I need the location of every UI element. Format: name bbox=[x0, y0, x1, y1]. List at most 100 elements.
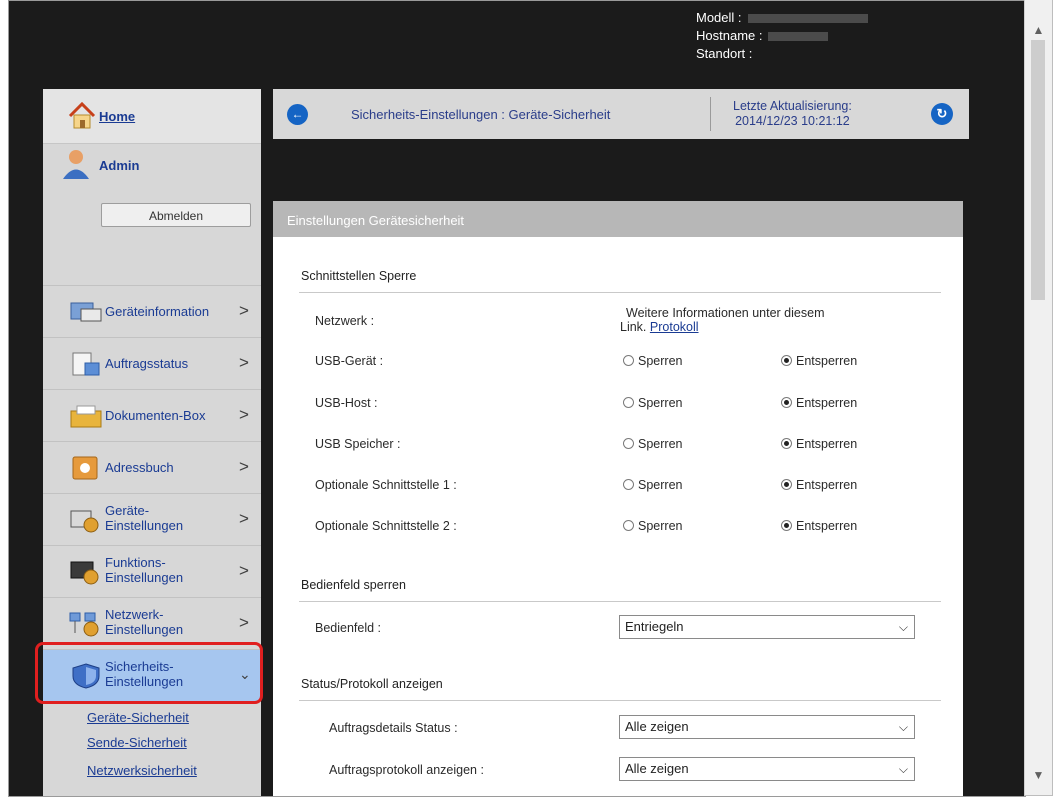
vertical-scrollbar[interactable]: ▲ ▼ bbox=[1024, 0, 1053, 796]
sidebar-item-label: Netzwerk- Einstellungen bbox=[105, 607, 184, 637]
logout-button[interactable]: Abmelden bbox=[101, 203, 251, 227]
job-details-status-value: Alle zeigen bbox=[625, 719, 689, 734]
chevron-down-icon: ⌵ bbox=[898, 620, 908, 634]
optional-interface-1-lock-radio[interactable]: Sperren bbox=[623, 478, 682, 492]
job-log-label: Auftragsprotokoll anzeigen : bbox=[329, 763, 484, 777]
sidebar-item-label: Geräteinformation bbox=[105, 304, 210, 319]
sidebar-item-network-settings[interactable]: Netzwerk- Einstellungen > bbox=[43, 597, 261, 649]
scroll-down-icon[interactable]: ▼ bbox=[1025, 763, 1052, 787]
sidebar-item-label: Funktions- Einstellungen bbox=[105, 555, 184, 585]
job-log-select[interactable]: Alle zeigen ⌵ bbox=[619, 757, 915, 781]
chevron-right-icon: > bbox=[239, 457, 249, 476]
chevron-right-icon: > bbox=[239, 509, 249, 528]
job-status-icon bbox=[72, 352, 100, 376]
section-title-panel-lock: Bedienfeld sperren bbox=[301, 578, 406, 592]
chevron-down-icon: ⌄ bbox=[239, 666, 251, 682]
section-divider bbox=[299, 601, 941, 602]
topbar-divider bbox=[710, 97, 711, 131]
house-icon bbox=[68, 101, 96, 129]
chevron-down-icon: ⌵ bbox=[898, 762, 908, 776]
section-title-status-log: Status/Protokoll anzeigen bbox=[301, 677, 443, 691]
home-link[interactable]: Home bbox=[99, 109, 135, 124]
chevron-right-icon: > bbox=[239, 561, 249, 580]
document-box-icon bbox=[70, 405, 102, 428]
hostname-value-redacted bbox=[768, 32, 829, 42]
hostname-label: Hostname : bbox=[696, 28, 763, 43]
panel-lock-select[interactable]: Entriegeln ⌵ bbox=[619, 615, 915, 639]
sidebar-item-security-settings[interactable]: Sicherheits- Einstellungen ⌄ bbox=[43, 649, 261, 701]
section-divider bbox=[299, 292, 941, 293]
sidebar-item-label: Auftragsstatus bbox=[105, 356, 189, 371]
sub-link-network-security[interactable]: Netzwerksicherheit bbox=[87, 763, 197, 778]
modell-value-redacted bbox=[747, 14, 868, 24]
usb-storage-lock-radio[interactable]: Sperren bbox=[623, 437, 682, 451]
usb-storage-unlock-radio[interactable]: Entsperren bbox=[781, 437, 857, 451]
optional-interface-1-label: Optionale Schnittstelle 1 : bbox=[315, 478, 457, 492]
section-title-interface-lock: Schnittstellen Sperre bbox=[301, 269, 417, 283]
usb-host-label: USB-Host : bbox=[315, 396, 378, 410]
modell-label: Modell : bbox=[696, 10, 742, 25]
sidebar-item-label: Adressbuch bbox=[105, 460, 174, 475]
chevron-down-icon: ⌵ bbox=[898, 720, 908, 734]
refresh-icon[interactable]: ↻ bbox=[931, 103, 953, 125]
job-log-value: Alle zeigen bbox=[625, 761, 689, 776]
admin-label: Admin bbox=[99, 158, 140, 173]
network-info-link-prefix: Link. bbox=[620, 320, 647, 334]
sidebar-item-function-settings[interactable]: Funktions- Einstellungen > bbox=[43, 545, 261, 597]
network-info: Weitere Informationen unter diesem Link.… bbox=[620, 306, 824, 334]
breadcrumb: Sicherheits-Einstellungen : Geräte-Siche… bbox=[351, 107, 611, 122]
optional-interface-1-unlock-radio[interactable]: Entsperren bbox=[781, 478, 857, 492]
panel-header: Einstellungen Gerätesicherheit bbox=[273, 201, 963, 237]
sidebar-item-document-box[interactable]: Dokumenten-Box > bbox=[43, 389, 261, 441]
usb-device-label: USB-Gerät : bbox=[315, 354, 384, 368]
job-details-status-label: Auftragsdetails Status : bbox=[329, 721, 458, 735]
security-shield-icon bbox=[72, 663, 100, 689]
sidebar-item-device-info[interactable]: Geräteinformation > bbox=[43, 285, 261, 337]
sidebar: Home Admin Abmelden Geräteinformation > … bbox=[43, 89, 261, 796]
scroll-up-icon[interactable]: ▲ bbox=[1025, 18, 1052, 42]
sidebar-item-label: Geräte- Einstellungen bbox=[105, 503, 184, 533]
protocol-link[interactable]: Protokoll bbox=[650, 320, 699, 334]
panel-title: Einstellungen Gerätesicherheit bbox=[287, 213, 465, 228]
usb-host-lock-radio[interactable]: Sperren bbox=[623, 396, 682, 410]
user-icon bbox=[63, 150, 89, 179]
sidebar-item-address-book[interactable]: Adressbuch > bbox=[43, 441, 261, 493]
sidebar-item-device-settings[interactable]: Geräte- Einstellungen > bbox=[43, 493, 261, 545]
usb-host-unlock-radio[interactable]: Entsperren bbox=[781, 396, 857, 410]
last-update-value: 2014/12/23 10:21:12 bbox=[735, 114, 850, 128]
job-details-status-select[interactable]: Alle zeigen ⌵ bbox=[619, 715, 915, 739]
optional-interface-2-lock-radio[interactable]: Sperren bbox=[623, 519, 682, 533]
device-info-icon bbox=[70, 302, 102, 322]
chevron-right-icon: > bbox=[239, 613, 249, 632]
usb-device-unlock-radio[interactable]: Entsperren bbox=[781, 354, 857, 368]
settings-panel: Einstellungen Gerätesicherheit Schnittst… bbox=[273, 201, 963, 796]
sidebar-home-row[interactable]: Home bbox=[43, 89, 261, 144]
standort-label: Standort : bbox=[696, 46, 753, 61]
sidebar-item-label: Dokumenten-Box bbox=[105, 408, 206, 423]
browser-window: Modell : Hostname : Standort : Home Admi… bbox=[8, 0, 1026, 797]
sub-link-send-security[interactable]: Sende-Sicherheit bbox=[87, 735, 187, 750]
chevron-right-icon: > bbox=[239, 353, 249, 372]
sidebar-admin-row: Admin bbox=[43, 144, 261, 186]
page-topbar: ← Sicherheits-Einstellungen : Geräte-Sic… bbox=[273, 89, 969, 139]
optional-interface-2-label: Optionale Schnittstelle 2 : bbox=[315, 519, 457, 533]
sub-link-device-security[interactable]: Geräte-Sicherheit bbox=[87, 710, 189, 725]
panel-lock-label: Bedienfeld : bbox=[315, 621, 382, 635]
back-arrow-icon[interactable]: ← bbox=[287, 104, 308, 125]
network-info-text: Weitere Informationen unter diesem bbox=[626, 306, 825, 320]
function-settings-icon bbox=[70, 561, 99, 585]
sidebar-item-job-status[interactable]: Auftragsstatus > bbox=[43, 337, 261, 389]
address-book-icon bbox=[72, 456, 98, 480]
section-divider bbox=[299, 700, 941, 701]
chevron-right-icon: > bbox=[239, 405, 249, 424]
sidebar-item-label: Sicherheits- Einstellungen bbox=[105, 659, 184, 689]
usb-storage-label: USB Speicher : bbox=[315, 437, 401, 451]
last-update: Letzte Aktualisierung: 2014/12/23 10:21:… bbox=[733, 99, 852, 129]
panel-lock-select-value: Entriegeln bbox=[625, 619, 684, 634]
sidebar-menu: Geräteinformation > Auftragsstatus > Dok… bbox=[43, 285, 261, 701]
network-label: Netzwerk : bbox=[315, 314, 375, 328]
optional-interface-2-unlock-radio[interactable]: Entsperren bbox=[781, 519, 857, 533]
usb-device-lock-radio[interactable]: Sperren bbox=[623, 354, 682, 368]
scrollbar-thumb[interactable] bbox=[1031, 40, 1045, 300]
last-update-label: Letzte Aktualisierung: bbox=[733, 99, 852, 113]
